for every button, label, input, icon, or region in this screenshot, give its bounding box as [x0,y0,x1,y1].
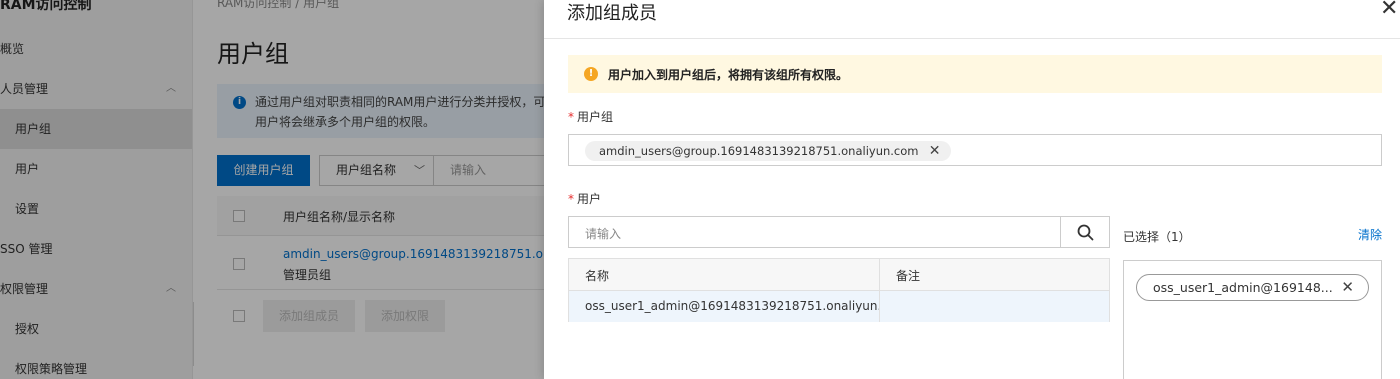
selected-user-tag: oss_user1_admin@169148... ✕ [1136,274,1369,301]
column-header-note-text: 备注 [896,269,921,283]
group-tag-label: amdin_users@group.1691483139218751.onali… [599,144,919,158]
search-icon [1077,224,1094,241]
selected-count-label: 已选择（1） [1123,230,1191,244]
drawer-title: 添加组成员 [567,3,657,24]
group-label-text: 用户组 [577,110,614,124]
required-mark: * [568,192,574,206]
remove-tag-icon[interactable]: ✕ [1341,275,1354,300]
search-placeholder: 请输入 [585,227,622,241]
clear-link[interactable]: 清除 [1358,226,1382,243]
group-tag: amdin_users@group.1691483139218751.onali… [585,141,951,161]
user-label-text: 用户 [577,192,602,206]
modal-overlay[interactable] [0,0,544,379]
remove-tag-icon[interactable]: ✕ [929,141,941,161]
search-button[interactable] [1060,217,1109,247]
column-header-note: 备注 [880,259,1109,291]
column-header-name-text: 名称 [585,269,610,283]
user-table: 名称 备注 oss_user1_admin@1691483139218751.o… [568,258,1110,322]
add-member-drawer: 添加组成员 ✕ ! 用户加入到用户组后，将拥有该组所有权限。 * 用户组 amdi… [544,0,1400,379]
group-field-label: * 用户组 [568,108,613,125]
group-field[interactable]: amdin_users@group.1691483139218751.onali… [568,134,1382,166]
required-mark: * [568,110,574,124]
table-row[interactable]: oss_user1_admin@1691483139218751.onaliyu… [569,291,907,322]
column-header-name: 名称 [569,259,879,291]
table-cell-note[interactable] [880,291,1109,322]
warning-banner: ! 用户加入到用户组后，将拥有该组所有权限。 [568,55,1382,93]
close-icon[interactable]: ✕ [1380,0,1398,22]
user-search-input[interactable]: 请输入 [568,216,1110,248]
warning-icon: ! [584,67,598,81]
user-name-cell: oss_user1_admin@1691483139218751.onaliyu… [585,299,907,313]
selected-user-label: oss_user1_admin@169148... [1153,280,1333,295]
user-field-label: * 用户 [568,190,601,207]
column-divider [879,259,880,322]
selected-list: oss_user1_admin@169148... ✕ [1123,260,1382,379]
drawer-header: 添加组成员 ✕ [544,0,1400,39]
warning-text: 用户加入到用户组后，将拥有该组所有权限。 [608,68,849,82]
